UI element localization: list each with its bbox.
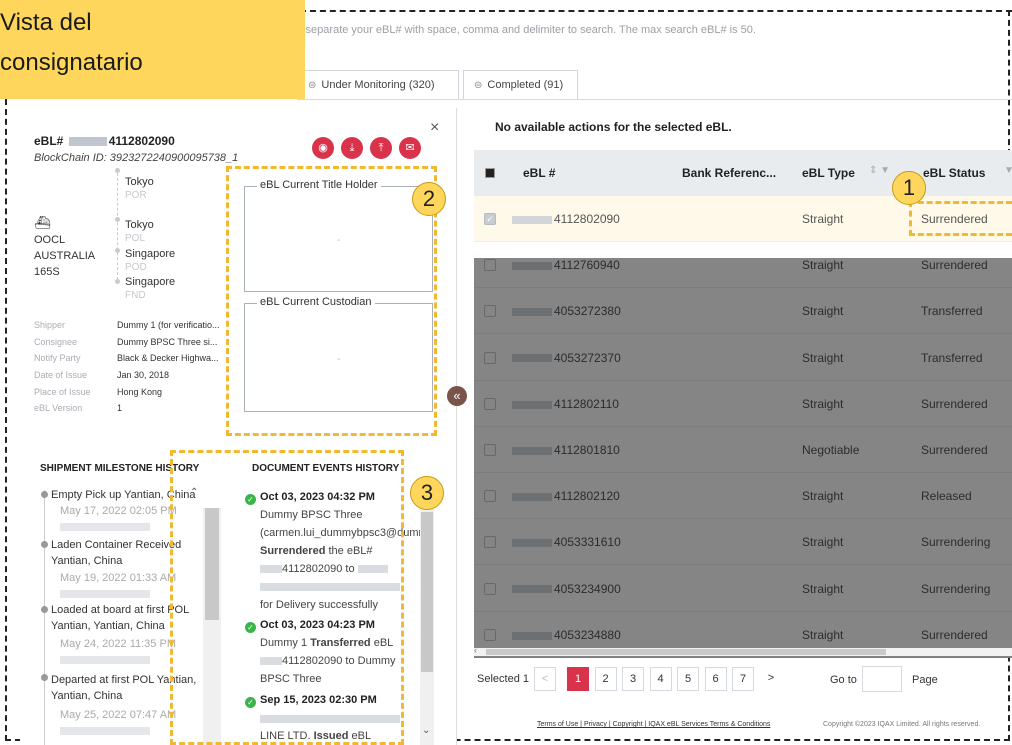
redacted-mask bbox=[68, 137, 107, 147]
route-dot bbox=[115, 217, 120, 222]
field-value: Jan 30, 2018 bbox=[117, 370, 170, 380]
filter-icon[interactable]: ▼ bbox=[1004, 165, 1012, 176]
column-header-ebl-status[interactable]: eBL Status bbox=[923, 166, 985, 180]
footer-links[interactable]: Terms of Use | Privacy | Copyright | IQA… bbox=[537, 721, 770, 728]
timeline-dot bbox=[41, 674, 48, 681]
page-button[interactable]: 4 bbox=[649, 667, 672, 691]
highlight-box-3 bbox=[170, 450, 404, 745]
tab-under-monitoring[interactable]: ⊜ Under Monitoring (320) bbox=[297, 70, 459, 100]
page-button[interactable]: 7 bbox=[732, 667, 754, 691]
selected-count: Selected 1 bbox=[477, 673, 529, 685]
page-button[interactable]: 6 bbox=[704, 667, 727, 691]
loading-overlay bbox=[474, 258, 1012, 658]
route-city-fnd: Singapore bbox=[125, 276, 176, 288]
annotation-frame-left bbox=[5, 99, 7, 741]
field-value: Hong Kong bbox=[117, 387, 163, 397]
route-city-por: Tokyo bbox=[125, 176, 154, 188]
blockchain-id: BlockChain ID: 3923272240900095738_1 bbox=[34, 152, 239, 164]
ship-icon: ⛴ bbox=[34, 215, 51, 230]
field-label: Place of Issue bbox=[34, 387, 91, 397]
route-line bbox=[117, 168, 118, 280]
field-value: Dummy BPSC Three si... bbox=[117, 337, 218, 347]
annotation-badge-1: 1 bbox=[892, 171, 926, 205]
redacted-mask bbox=[60, 523, 150, 531]
page-button[interactable]: 1 bbox=[567, 667, 589, 691]
route-code-pol: POL bbox=[125, 233, 146, 244]
next-page-button[interactable]: > bbox=[760, 667, 782, 691]
view-icon[interactable]: ◉ bbox=[312, 137, 334, 159]
cell-ebl-number[interactable]: 4112802090 bbox=[512, 212, 620, 226]
milestone-date: May 17, 2022 02:05 PM bbox=[60, 505, 177, 517]
redacted-mask bbox=[60, 656, 150, 664]
route-dot bbox=[115, 279, 120, 284]
annotation-badge-3: 3 bbox=[410, 476, 444, 510]
field-value: Black & Decker Highwa... bbox=[117, 353, 219, 363]
field-label: Consignee bbox=[34, 337, 78, 347]
page-button[interactable]: 2 bbox=[594, 667, 617, 691]
route-city-pod: Singapore bbox=[125, 248, 176, 260]
route-code-fnd: FND bbox=[125, 290, 146, 301]
upload-icon[interactable]: ⤒ bbox=[370, 137, 392, 159]
footer-copyright: Copyright ©2023 IQAX Limited. All rights… bbox=[823, 721, 981, 728]
route-city-pol: Tokyo bbox=[125, 219, 154, 231]
route-dot bbox=[115, 168, 120, 173]
field-label: Shipper bbox=[34, 320, 66, 330]
prev-page-button[interactable]: < bbox=[534, 667, 556, 691]
field-label: Date of Issue bbox=[34, 370, 88, 380]
annotation-badge-2: 2 bbox=[412, 182, 446, 216]
page-button[interactable]: 5 bbox=[677, 667, 699, 691]
tab-completed[interactable]: ⊜ Completed (91) bbox=[463, 70, 578, 100]
route-dot bbox=[115, 248, 120, 253]
milestone-date: May 25, 2022 07:47 AM bbox=[60, 709, 177, 721]
column-header-bank-ref[interactable]: Bank Referenc... bbox=[682, 166, 776, 180]
field-value: Dummy 1 (for verificatio... bbox=[117, 320, 220, 330]
timeline-dot bbox=[41, 491, 48, 498]
collapse-panel-icon[interactable]: « bbox=[447, 386, 467, 406]
close-icon[interactable]: × bbox=[430, 119, 439, 137]
tab-divider bbox=[297, 99, 1012, 100]
sort-icon[interactable]: ⇕ ▼ bbox=[869, 165, 890, 176]
row-checkbox[interactable]: ✓ bbox=[484, 213, 496, 225]
download-icon[interactable]: ⤓ bbox=[341, 137, 363, 159]
page-label: Page bbox=[912, 674, 938, 686]
highlight-box-1 bbox=[909, 201, 1012, 236]
cell-ebl-type: Straight bbox=[802, 212, 844, 226]
timeline-line bbox=[44, 490, 45, 745]
no-actions-message: No available actions for the selected eB… bbox=[495, 120, 732, 134]
vessel-voyage: OOCL AUSTRALIA 165S bbox=[34, 234, 96, 278]
goto-label: Go to bbox=[830, 674, 857, 686]
redacted-mask bbox=[512, 215, 552, 224]
column-header-ebl-type[interactable]: eBL Type bbox=[802, 166, 855, 180]
route-code-por: POR bbox=[125, 190, 147, 201]
stack-icon: ⊜ bbox=[474, 80, 483, 91]
page-button[interactable]: 3 bbox=[622, 667, 644, 691]
select-all-checkbox[interactable] bbox=[485, 168, 495, 178]
callout-title: Vista del consignatario bbox=[0, 0, 305, 99]
timeline-dot bbox=[41, 541, 48, 548]
ebl-number: eBL# 4112802090 bbox=[34, 134, 175, 148]
scroll-left-icon[interactable]: ‹ bbox=[474, 645, 477, 655]
events-scrollbar-thumb[interactable] bbox=[421, 512, 433, 672]
redacted-mask bbox=[60, 590, 150, 598]
field-label: Notify Party bbox=[34, 353, 81, 363]
goto-page-input[interactable] bbox=[862, 666, 902, 692]
milestone-date: May 19, 2022 01:33 AM bbox=[60, 572, 177, 584]
timeline-dot bbox=[41, 606, 48, 613]
field-value: 1 bbox=[117, 403, 123, 413]
redacted-mask bbox=[60, 727, 150, 735]
table-horizontal-scrollbar-thumb[interactable] bbox=[486, 649, 886, 655]
chevron-down-icon[interactable]: ⌄ bbox=[422, 725, 430, 736]
route-code-pod: POD bbox=[125, 262, 147, 273]
column-header-ebl[interactable]: eBL # bbox=[523, 166, 555, 180]
mail-icon[interactable]: ✉ bbox=[399, 137, 421, 159]
stack-icon: ⊜ bbox=[308, 80, 317, 91]
highlight-box-2 bbox=[226, 166, 437, 436]
milestone-date: May 24, 2022 11:35 PM bbox=[60, 638, 176, 650]
field-label: eBL Version bbox=[34, 403, 83, 413]
